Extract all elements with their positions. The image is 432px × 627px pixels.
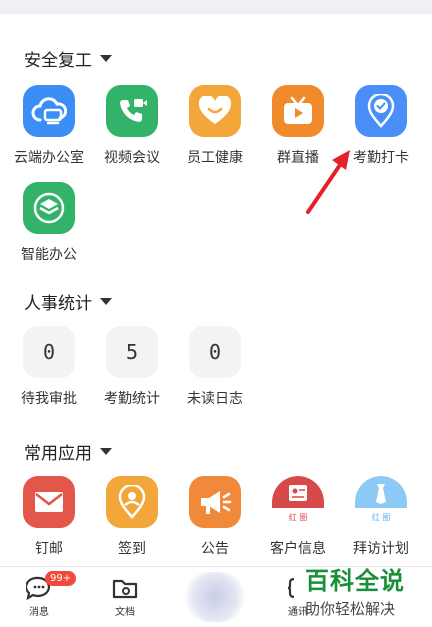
visit-plan-icon: 红 圈 <box>355 476 407 528</box>
app-ding-mail[interactable]: 钉邮 <box>5 476 93 558</box>
stat-unread-logs[interactable]: 0 未读日志 <box>171 326 259 408</box>
section-safe-return[interactable]: 安全复工 <box>24 46 112 71</box>
tab-label: 消息 <box>29 607 49 618</box>
brand-tag: 红 圈 <box>371 513 391 522</box>
stat-value: 0 <box>23 326 75 378</box>
section-title: 安全复工 <box>24 51 92 71</box>
video-call-icon <box>106 85 158 137</box>
tab-messages[interactable]: 99+ 消息 <box>9 571 77 618</box>
stat-attendance[interactable]: 5 考勤统计 <box>88 326 176 408</box>
app-smart-office[interactable]: 智能办公 <box>5 182 93 264</box>
watermark: 百科全说 助你轻松解决 <box>305 566 432 627</box>
watermark-title: 百科全说 <box>305 567 405 595</box>
app-cloud-office[interactable]: 云端办公室 <box>5 85 93 167</box>
caret-down-icon <box>100 298 112 305</box>
brand-tag: 红 圈 <box>288 513 308 522</box>
stat-value: 0 <box>189 326 241 378</box>
app-label: 智能办公 <box>21 247 77 263</box>
caret-down-icon <box>100 55 112 62</box>
center-tab-blurred[interactable] <box>185 572 245 622</box>
heart-icon <box>189 85 241 137</box>
app-label: 客户信息 <box>270 541 326 557</box>
top-divider-strip <box>0 0 432 14</box>
stat-label: 未读日志 <box>187 391 243 407</box>
mail-icon <box>23 476 75 528</box>
app-label: 员工健康 <box>187 150 243 166</box>
cloud-office-icon <box>23 85 75 137</box>
tv-live-icon <box>272 85 324 137</box>
app-customer-info[interactable]: 红 圈 客户信息 <box>254 476 342 558</box>
app-visit-plan[interactable]: 红 圈 拜访计划 <box>337 476 425 558</box>
section-hr-stats[interactable]: 人事统计 <box>24 289 112 314</box>
megaphone-icon <box>189 476 241 528</box>
folder-icon <box>112 579 138 599</box>
section-title: 人事统计 <box>24 294 92 314</box>
app-label: 钉邮 <box>35 541 63 557</box>
red-arrow-annotation <box>306 150 350 214</box>
stat-label: 待我审批 <box>21 391 77 407</box>
caret-down-icon <box>100 448 112 455</box>
checkin-pin-icon <box>106 476 158 528</box>
app-label: 云端办公室 <box>14 150 84 166</box>
app-employee-health[interactable]: 员工健康 <box>171 85 259 167</box>
app-sign-in[interactable]: 签到 <box>88 476 176 558</box>
stat-label: 考勤统计 <box>104 391 160 407</box>
stat-value: 5 <box>106 326 158 378</box>
unread-badge: 99+ <box>45 571 77 586</box>
app-label: 拜访计划 <box>353 541 409 557</box>
app-video-meeting[interactable]: 视频会议 <box>88 85 176 167</box>
app-label: 公告 <box>201 541 229 557</box>
section-title: 常用应用 <box>24 444 92 464</box>
stat-pending-approval[interactable]: 0 待我审批 <box>5 326 93 408</box>
tab-documents[interactable]: 文档 <box>95 573 155 618</box>
section-common-apps[interactable]: 常用应用 <box>24 439 112 464</box>
app-label: 视频会议 <box>104 150 160 166</box>
watermark-subtitle: 助你轻松解决 <box>305 600 396 618</box>
tab-label: 文档 <box>115 607 135 618</box>
customer-card-icon: 红 圈 <box>272 476 324 528</box>
smart-layers-icon <box>23 182 75 234</box>
app-announcement[interactable]: 公告 <box>171 476 259 558</box>
location-check-icon <box>355 85 407 137</box>
app-label: 签到 <box>118 541 146 557</box>
